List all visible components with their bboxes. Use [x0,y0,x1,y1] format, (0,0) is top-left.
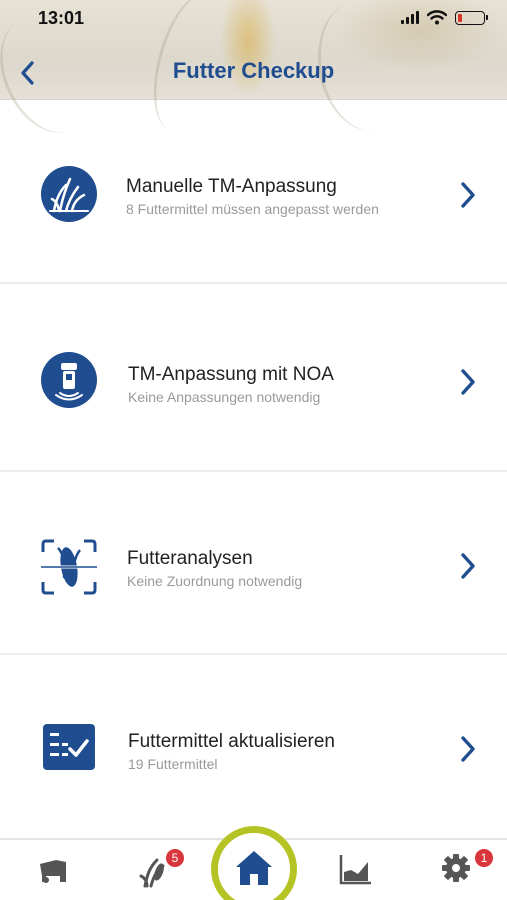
tab-feed-plant[interactable]: 5 [137,848,185,892]
list-item-subtitle: Keine Zuordnung notwendig [127,573,303,589]
checkup-list: Manuelle TM-Anpassung 8 Futtermittel müs… [0,101,507,835]
list-item-title: TM-Anpassung mit NOA [128,364,334,385]
list-item-subtitle: 8 Futtermittel müssen angepasst werden [126,201,379,217]
status-time: 13:01 [38,8,85,28]
list-item-text: TM-Anpassung mit NOA Keine Anpassungen n… [128,364,334,405]
notification-badge: 1 [474,848,494,868]
feed-wagon-icon [40,860,66,883]
notification-badge: 5 [165,848,185,868]
list-item-analyses[interactable]: Futteranalysen Keine Zuordnung notwendig [0,472,507,655]
grass-icon [41,166,97,222]
tab-chart[interactable] [338,852,378,892]
screen: 13:01 Futter Checkup Manuelle TM-Anpassu… [0,0,507,900]
list-item-update-feed[interactable]: Futtermittel aktualisieren 19 Futtermitt… [0,655,507,835]
chevron-right-icon [461,736,475,762]
chevron-right-icon [461,553,475,579]
chevron-right-icon [461,182,475,208]
header: 13:01 Futter Checkup [0,0,507,147]
status-icons [401,10,488,25]
noa-sensor-icon [41,352,97,408]
battery-level [458,13,462,22]
list-item-tm-noa[interactable]: TM-Anpassung mit NOA Keine Anpassungen n… [0,284,507,472]
list-item-text: Futtermittel aktualisieren 19 Futtermitt… [128,731,335,772]
list-item-subtitle: Keine Anpassungen notwendig [128,389,321,405]
home-icon [236,851,272,885]
scan-analysis-icon [41,539,97,595]
page-title: Futter Checkup [172,58,335,83]
list-item-title: Futtermittel aktualisieren [128,731,335,752]
checklist-icon [43,724,95,770]
battery-icon [455,10,488,25]
list-item-text: Futteranalysen Keine Zuordnung notwendig [127,548,302,589]
list-item-title: Futteranalysen [127,548,253,569]
signal-icon [401,11,419,24]
list-item-subtitle: 19 Futtermittel [128,756,218,772]
status-bar: 13:01 [0,0,507,36]
chevron-right-icon [461,369,475,395]
tab-settings[interactable]: 1 [440,848,494,892]
chart-icon [339,855,371,885]
wifi-icon [427,10,447,25]
list-item-text: Manuelle TM-Anpassung 8 Futtermittel müs… [126,176,379,217]
settings-icon [442,854,470,882]
list-item-manual-tm[interactable]: Manuelle TM-Anpassung 8 Futtermittel müs… [0,101,507,284]
tab-feed-wagon[interactable] [36,852,76,892]
list-item-title: Manuelle TM-Anpassung [126,176,337,197]
